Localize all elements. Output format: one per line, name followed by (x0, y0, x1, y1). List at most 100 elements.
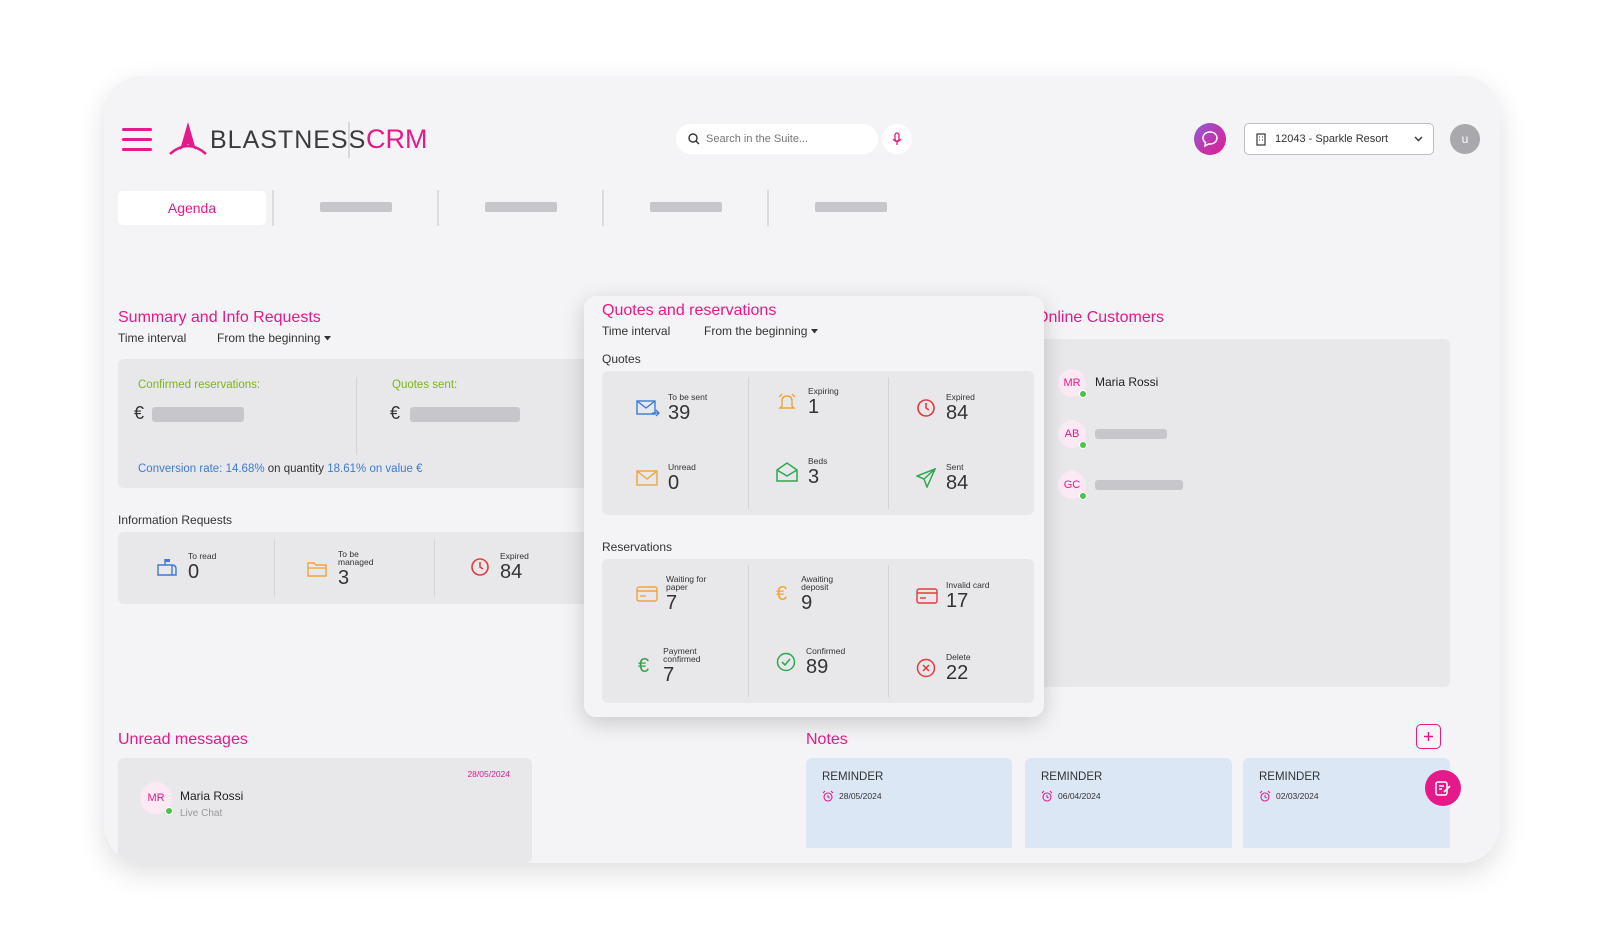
tab-placeholder[interactable] (650, 202, 722, 212)
user-avatar[interactable]: u (1450, 124, 1480, 154)
kpi-beds[interactable]: Beds 3 (776, 457, 827, 487)
tab-placeholder[interactable] (485, 202, 557, 212)
search-input[interactable] (706, 133, 866, 145)
kpi-label: Expired (500, 551, 529, 561)
kpi-value: 3 (338, 567, 350, 589)
kpi-value: 0 (188, 561, 200, 583)
product-name: CRM (366, 124, 428, 154)
online-status-dot (1079, 441, 1087, 449)
conversion-rate-quantity: Conversion rate: 14.68% (138, 463, 265, 475)
message-source: Live Chat (180, 808, 223, 819)
qr-interval-value: From the beginning (704, 324, 808, 338)
online-customers-title: Online Customers (1036, 309, 1165, 326)
customer-name[interactable]: Maria Rossi (1095, 375, 1158, 389)
quotes-reservations-title: Quotes and reservations (602, 302, 777, 319)
kpi-label: To be managed (338, 549, 374, 567)
kpi-invalid-card[interactable]: Invalid card 17 (916, 581, 989, 611)
confirmed-amount-placeholder (152, 407, 244, 422)
alarm-icon (1259, 790, 1271, 802)
quotes-amount-placeholder (410, 407, 520, 422)
credit-card-icon (916, 588, 938, 604)
tab-agenda[interactable]: Agenda (118, 191, 266, 225)
chat-button[interactable] (1194, 123, 1226, 155)
kpi-label: Payment confirmed (663, 646, 701, 664)
kpi-expiring[interactable]: Expiring 1 (776, 387, 839, 417)
note-date-text: 02/03/2024 (1276, 791, 1319, 801)
kpi-to-read[interactable]: To read 0 (156, 552, 216, 582)
edit-note-icon (1435, 781, 1451, 796)
summary-interval-dropdown[interactable]: From the beginning (217, 331, 332, 345)
note-card[interactable]: REMINDER 28/05/2024 (806, 758, 1012, 848)
folder-icon (307, 562, 327, 577)
kpi-to-be-managed[interactable]: To be managed 3 (306, 550, 382, 588)
kpi-value: 3 (808, 466, 820, 488)
clock-icon (917, 399, 935, 417)
cancel-circle-icon (916, 658, 936, 678)
clock-icon (471, 558, 489, 576)
customer-avatar[interactable]: GC (1058, 471, 1087, 500)
online-status-dot (1079, 492, 1087, 500)
app-window: BLASTNESS CRM 12043 - Sparkle Resort u A… (104, 76, 1500, 863)
mailbox-icon (157, 559, 177, 576)
kpi-confirmed[interactable]: Confirmed 89 (776, 647, 845, 677)
online-status-dot (1079, 390, 1087, 398)
note-date-text: 28/05/2024 (839, 791, 882, 801)
tab-placeholder[interactable] (815, 202, 887, 212)
conversion-rate-mid: on quantity (267, 463, 325, 475)
kpi-label: Confirmed (806, 646, 846, 656)
conversion-rate: Conversion rate: 14.68% on quantity 18.6… (138, 463, 423, 475)
kpi-label: Invalid card (946, 580, 990, 590)
envelope-send-icon (636, 400, 660, 417)
credit-card-icon (636, 586, 658, 602)
quotes-reservations-panel: Quotes and reservations Time interval Fr… (584, 296, 1044, 717)
kpi-delete[interactable]: Delete 22 (916, 653, 971, 683)
kpi-to-be-sent[interactable]: To be sent 39 (636, 393, 707, 423)
info-requests-title: Information Requests (118, 513, 233, 527)
card-divider (356, 377, 357, 455)
hamburger-menu-icon[interactable] (122, 128, 152, 152)
note-card[interactable]: REMINDER 06/04/2024 (1025, 758, 1232, 848)
customer-name-placeholder[interactable] (1095, 480, 1183, 490)
kpi-payment-confirmed[interactable]: € Payment confirmed 7 (638, 647, 707, 685)
kpi-value: 84 (946, 472, 969, 494)
kpi-awaiting-deposit[interactable]: € Awaiting deposit 9 (776, 575, 843, 613)
kpi-expired-quotes[interactable]: Expired 84 (916, 393, 975, 423)
search-box[interactable] (676, 124, 878, 154)
caret-down-icon (811, 328, 819, 333)
customer-avatar[interactable]: AB (1058, 420, 1087, 449)
brand-name: BLASTNESS (210, 126, 367, 154)
kpi-value: 0 (668, 472, 680, 494)
kpi-waiting-for-paper[interactable]: Waiting for paper 7 (636, 575, 718, 613)
kpi-unread[interactable]: Unread 0 (636, 463, 696, 493)
microphone-button[interactable] (882, 124, 912, 154)
add-note-button[interactable] (1416, 724, 1441, 749)
property-name: 12043 - Sparkle Resort (1275, 133, 1389, 145)
kpi-value: 9 (801, 592, 813, 614)
blastness-logo-icon (166, 120, 210, 156)
write-note-fab[interactable] (1425, 770, 1461, 806)
tab-divider (602, 190, 604, 226)
qr-interval-dropdown[interactable]: From the beginning (704, 324, 819, 338)
building-icon (1256, 132, 1266, 146)
kpi-value: 84 (500, 561, 523, 583)
kpi-sent[interactable]: Sent 84 (916, 463, 968, 493)
message-card[interactable]: 28/05/2024 MR Maria Rossi Live Chat (118, 758, 532, 863)
note-title: REMINDER (822, 771, 884, 783)
property-selector[interactable]: 12043 - Sparkle Resort (1244, 123, 1434, 155)
unread-messages-title: Unread messages (118, 731, 248, 748)
customer-avatar[interactable]: MR (1058, 369, 1087, 398)
avatar-initials: MR (1063, 377, 1081, 389)
alarm-bell-icon (778, 393, 796, 409)
kpi-expired[interactable]: Expired 84 (470, 552, 529, 582)
info-requests-card: To read 0 To be managed 3 Expired 84 (118, 532, 588, 604)
kpi-label: Sent (946, 462, 964, 472)
chevron-down-icon (1414, 136, 1423, 142)
customer-name-placeholder[interactable] (1095, 429, 1167, 439)
card-divider (748, 377, 749, 509)
conversion-rate-value: 18.61% on value € (327, 463, 423, 475)
tab-divider (437, 190, 439, 226)
reservations-title: Reservations (602, 540, 673, 554)
tab-placeholder[interactable] (320, 202, 392, 212)
kpi-label: Unread (668, 462, 696, 472)
note-card[interactable]: REMINDER 02/03/2024 (1243, 758, 1450, 848)
